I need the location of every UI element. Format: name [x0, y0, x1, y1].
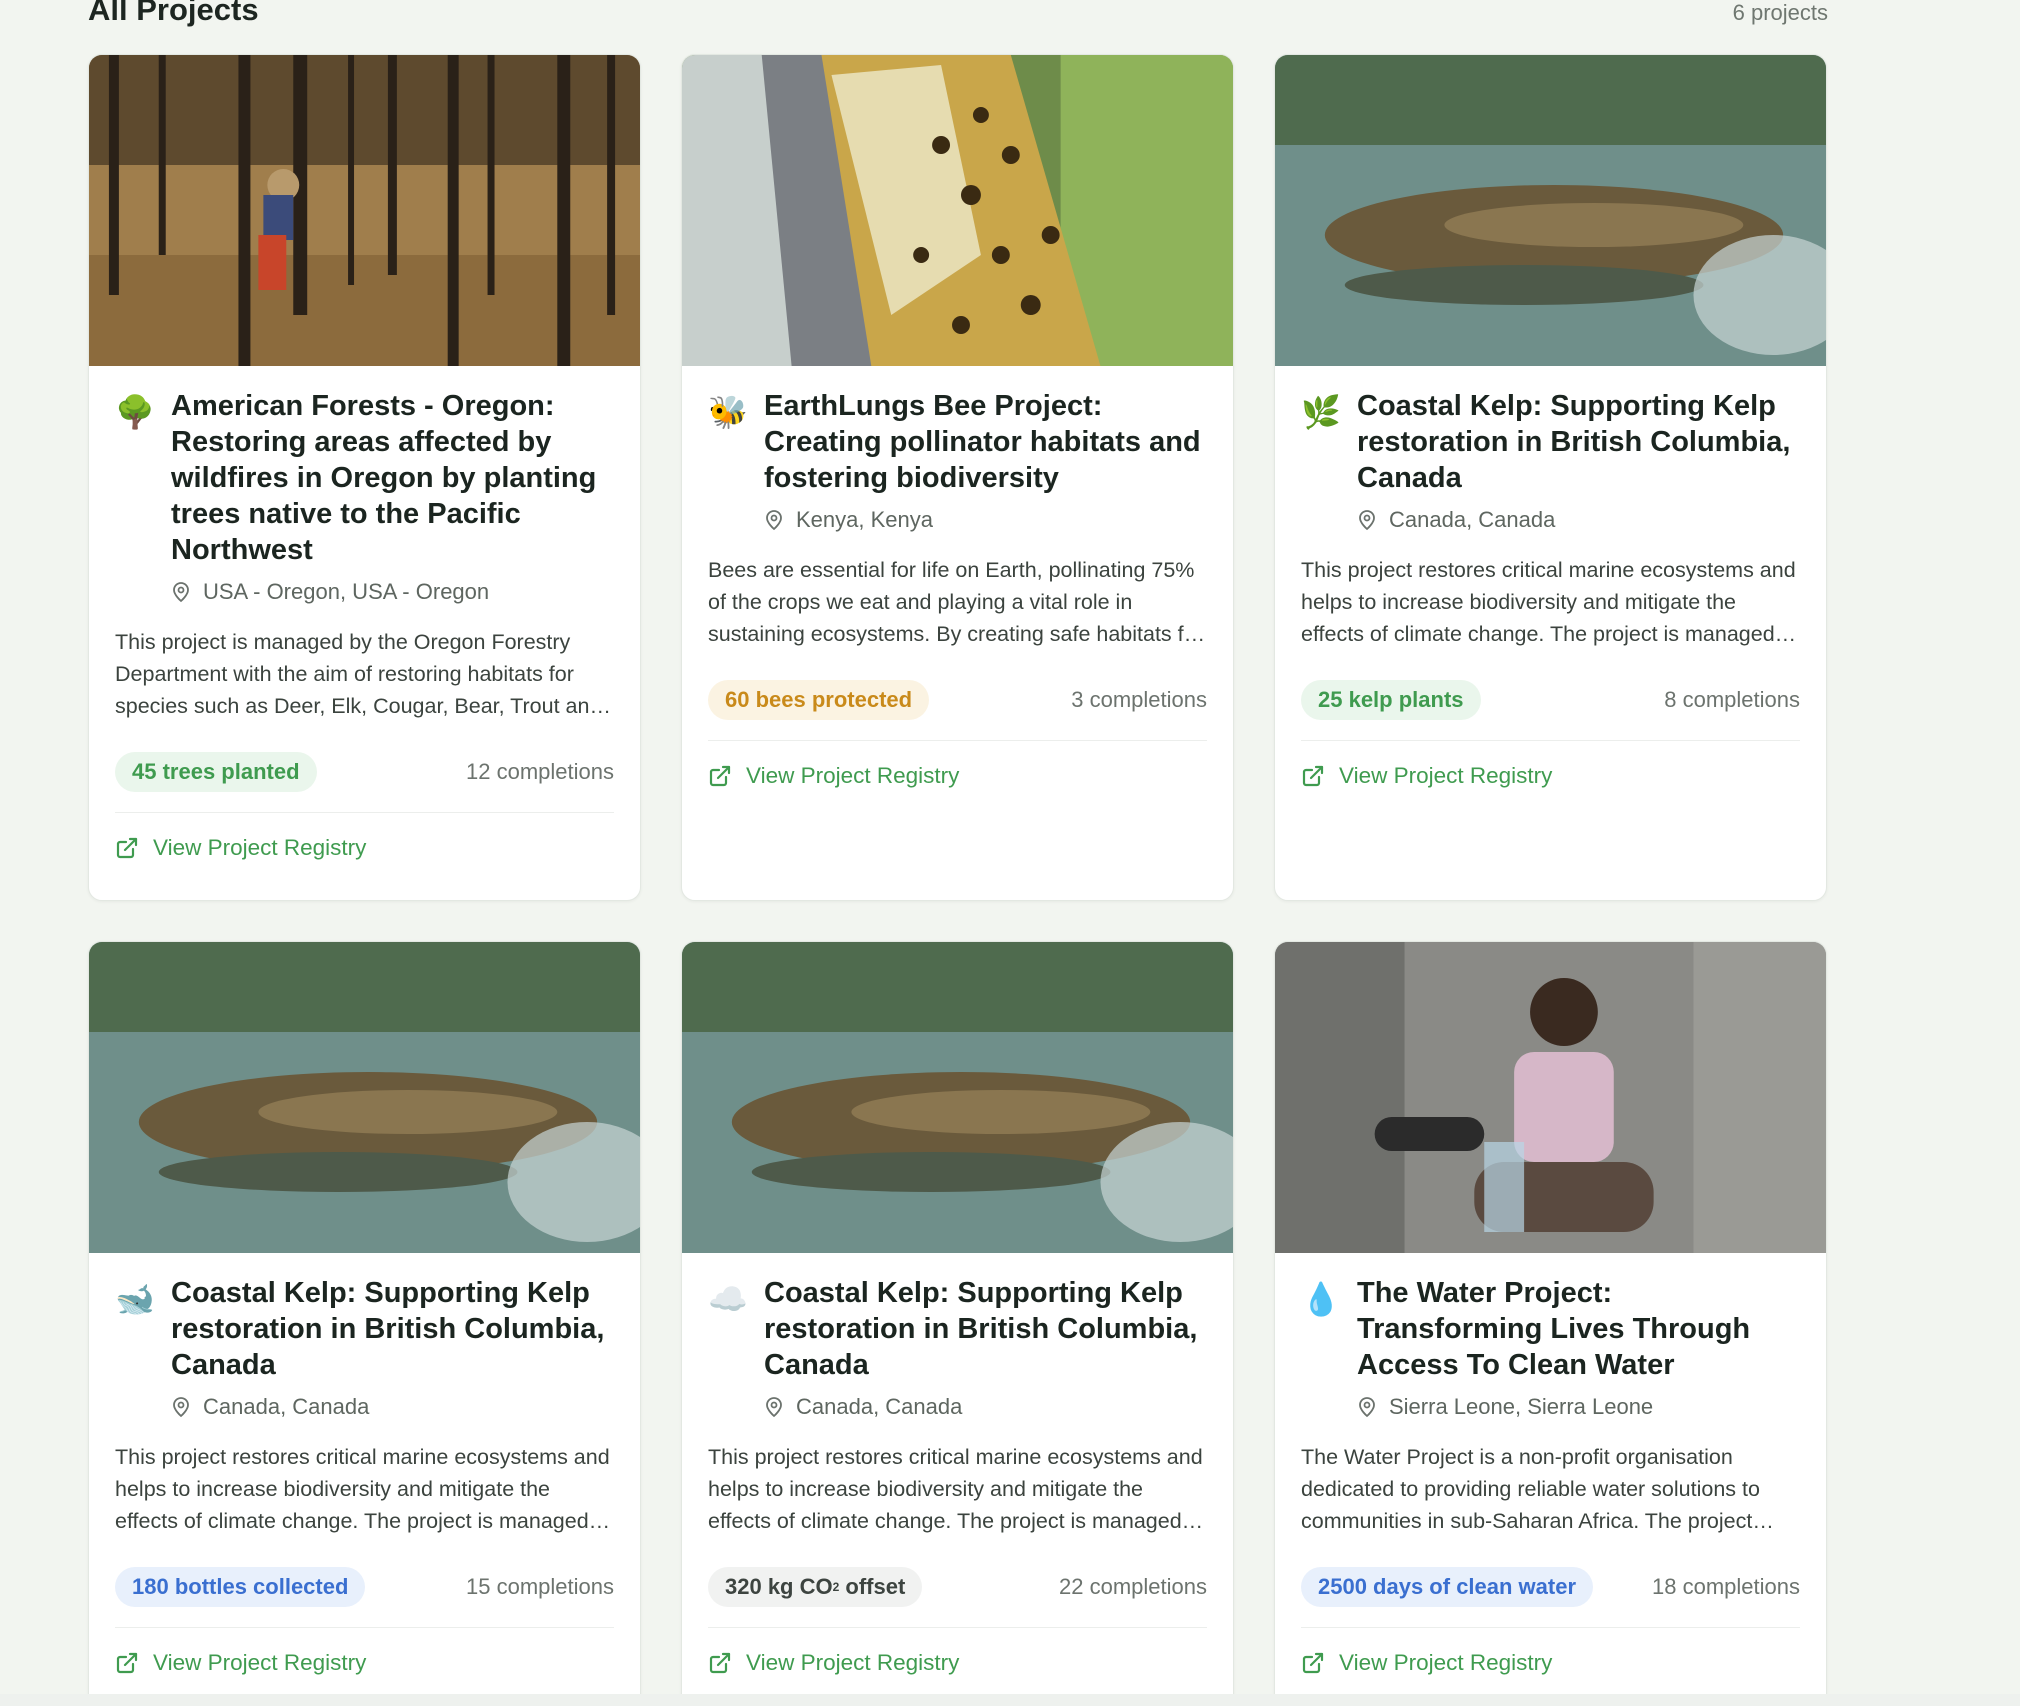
project-image [89, 942, 640, 1253]
external-link-icon [116, 837, 138, 859]
project-count: 6 projects [1732, 0, 1828, 25]
impact-badge: 45 trees planted [115, 752, 317, 792]
project-card[interactable]: 🌿 Coastal Kelp: Supporting Kelp restorat… [1274, 54, 1827, 901]
location-text: Canada, Canada [1389, 507, 1556, 532]
location-pin-icon [766, 510, 782, 531]
view-registry-link[interactable]: View Project Registry [708, 763, 1207, 789]
view-registry-label: View Project Registry [153, 1650, 367, 1675]
project-card[interactable]: 🌳 American Forests - Oregon: Restoring a… [88, 54, 641, 901]
view-registry-link[interactable]: View Project Registry [115, 1650, 614, 1676]
impact-badge: 25 kelp plants [1301, 680, 1481, 720]
location-text: Canada, Canada [203, 1394, 370, 1419]
external-link-icon [1302, 765, 1324, 787]
project-image [1275, 942, 1826, 1253]
location-pin-icon [173, 1397, 189, 1418]
project-title: American Forests - Oregon: Restoring are… [171, 390, 597, 566]
page-bottom-edge [0, 1694, 2020, 1706]
impact-badge: 2500 days of clean water [1301, 1567, 1594, 1607]
external-link-icon [709, 765, 731, 787]
location-text: USA - Oregon, USA - Oregon [203, 579, 490, 604]
location-pin-icon [766, 1397, 782, 1418]
view-registry-link[interactable]: View Project Registry [115, 835, 614, 861]
project-card[interactable]: 🐋 Coastal Kelp: Supporting Kelp restorat… [88, 941, 641, 1706]
project-description: This project restores critical marine ec… [1301, 558, 1796, 646]
bee-icon: 🐝 [708, 394, 748, 430]
project-title: EarthLungs Bee Project: Creating pollina… [764, 390, 1201, 494]
project-card[interactable]: 💧 The Water Project: Transforming Lives … [1274, 941, 1827, 1706]
external-link-icon [1302, 1652, 1324, 1674]
project-description: This project restores critical marine ec… [115, 1445, 610, 1533]
section-header: All Projects 6 projects [88, 0, 1828, 28]
view-registry-label: View Project Registry [1339, 1650, 1553, 1675]
external-link-icon [709, 1652, 731, 1674]
location-pin-icon [173, 582, 189, 603]
project-card[interactable]: ☁️ Coastal Kelp: Supporting Kelp restora… [681, 941, 1234, 1706]
view-registry-link[interactable]: View Project Registry [1301, 763, 1800, 789]
completions-count: 22 completions [1059, 1574, 1207, 1599]
project-location: Kenya, Kenya [764, 504, 1207, 536]
project-title: Coastal Kelp: Supporting Kelp restoratio… [1357, 390, 1791, 494]
project-location: Sierra Leone, Sierra Leone [1357, 1391, 1800, 1423]
project-description: This project restores critical marine ec… [708, 1445, 1203, 1533]
project-image [682, 942, 1233, 1253]
droplet-icon: 💧 [1301, 1281, 1341, 1317]
project-image [89, 55, 640, 366]
project-title: Coastal Kelp: Supporting Kelp restoratio… [171, 1277, 605, 1381]
project-title: The Water Project: Transforming Lives Th… [1357, 1277, 1751, 1381]
impact-badge: 180 bottles collected [115, 1567, 366, 1607]
whale-icon: 🐋 [115, 1281, 155, 1317]
view-registry-link[interactable]: View Project Registry [1301, 1650, 1800, 1676]
project-image [682, 55, 1233, 366]
project-location: Canada, Canada [171, 1391, 614, 1423]
view-registry-label: View Project Registry [153, 835, 367, 860]
view-registry-label: View Project Registry [746, 763, 960, 788]
location-pin-icon [1359, 1397, 1375, 1418]
project-description: This project is managed by the Oregon Fo… [115, 630, 602, 718]
project-image [1275, 55, 1826, 366]
project-location: Canada, Canada [764, 1391, 1207, 1423]
project-grid: 🌳 American Forests - Oregon: Restoring a… [88, 54, 1827, 1706]
completions-count: 15 completions [466, 1574, 614, 1599]
external-link-icon [116, 1652, 138, 1674]
impact-badge: 320 kg CO 2 offset [708, 1567, 923, 1607]
location-text: Sierra Leone, Sierra Leone [1389, 1394, 1654, 1419]
location-text: Kenya, Kenya [796, 507, 933, 532]
impact-badge: 60 bees protected [708, 680, 930, 720]
view-registry-label: View Project Registry [746, 1650, 960, 1675]
cloud-icon: ☁️ [708, 1281, 748, 1317]
project-card[interactable]: 🐝 EarthLungs Bee Project: Creating polli… [681, 54, 1234, 901]
completions-count: 8 completions [1664, 687, 1800, 712]
completions-count: 3 completions [1071, 687, 1207, 712]
project-description: Bees are essential for life on Earth, po… [708, 558, 1203, 646]
location-pin-icon [1359, 510, 1375, 531]
project-location: Canada, Canada [1357, 504, 1800, 536]
tree-icon: 🌳 [115, 394, 155, 430]
project-location: USA - Oregon, USA - Oregon [171, 576, 614, 608]
completions-count: 12 completions [466, 759, 614, 784]
location-text: Canada, Canada [796, 1394, 963, 1419]
view-registry-label: View Project Registry [1339, 763, 1553, 788]
project-title: Coastal Kelp: Supporting Kelp restoratio… [764, 1277, 1198, 1381]
herb-icon: 🌿 [1301, 394, 1341, 430]
completions-count: 18 completions [1652, 1574, 1800, 1599]
project-description: The Water Project is a non-profit organi… [1301, 1445, 1760, 1533]
page-title: All Projects [88, 0, 259, 27]
view-registry-link[interactable]: View Project Registry [708, 1650, 1207, 1676]
